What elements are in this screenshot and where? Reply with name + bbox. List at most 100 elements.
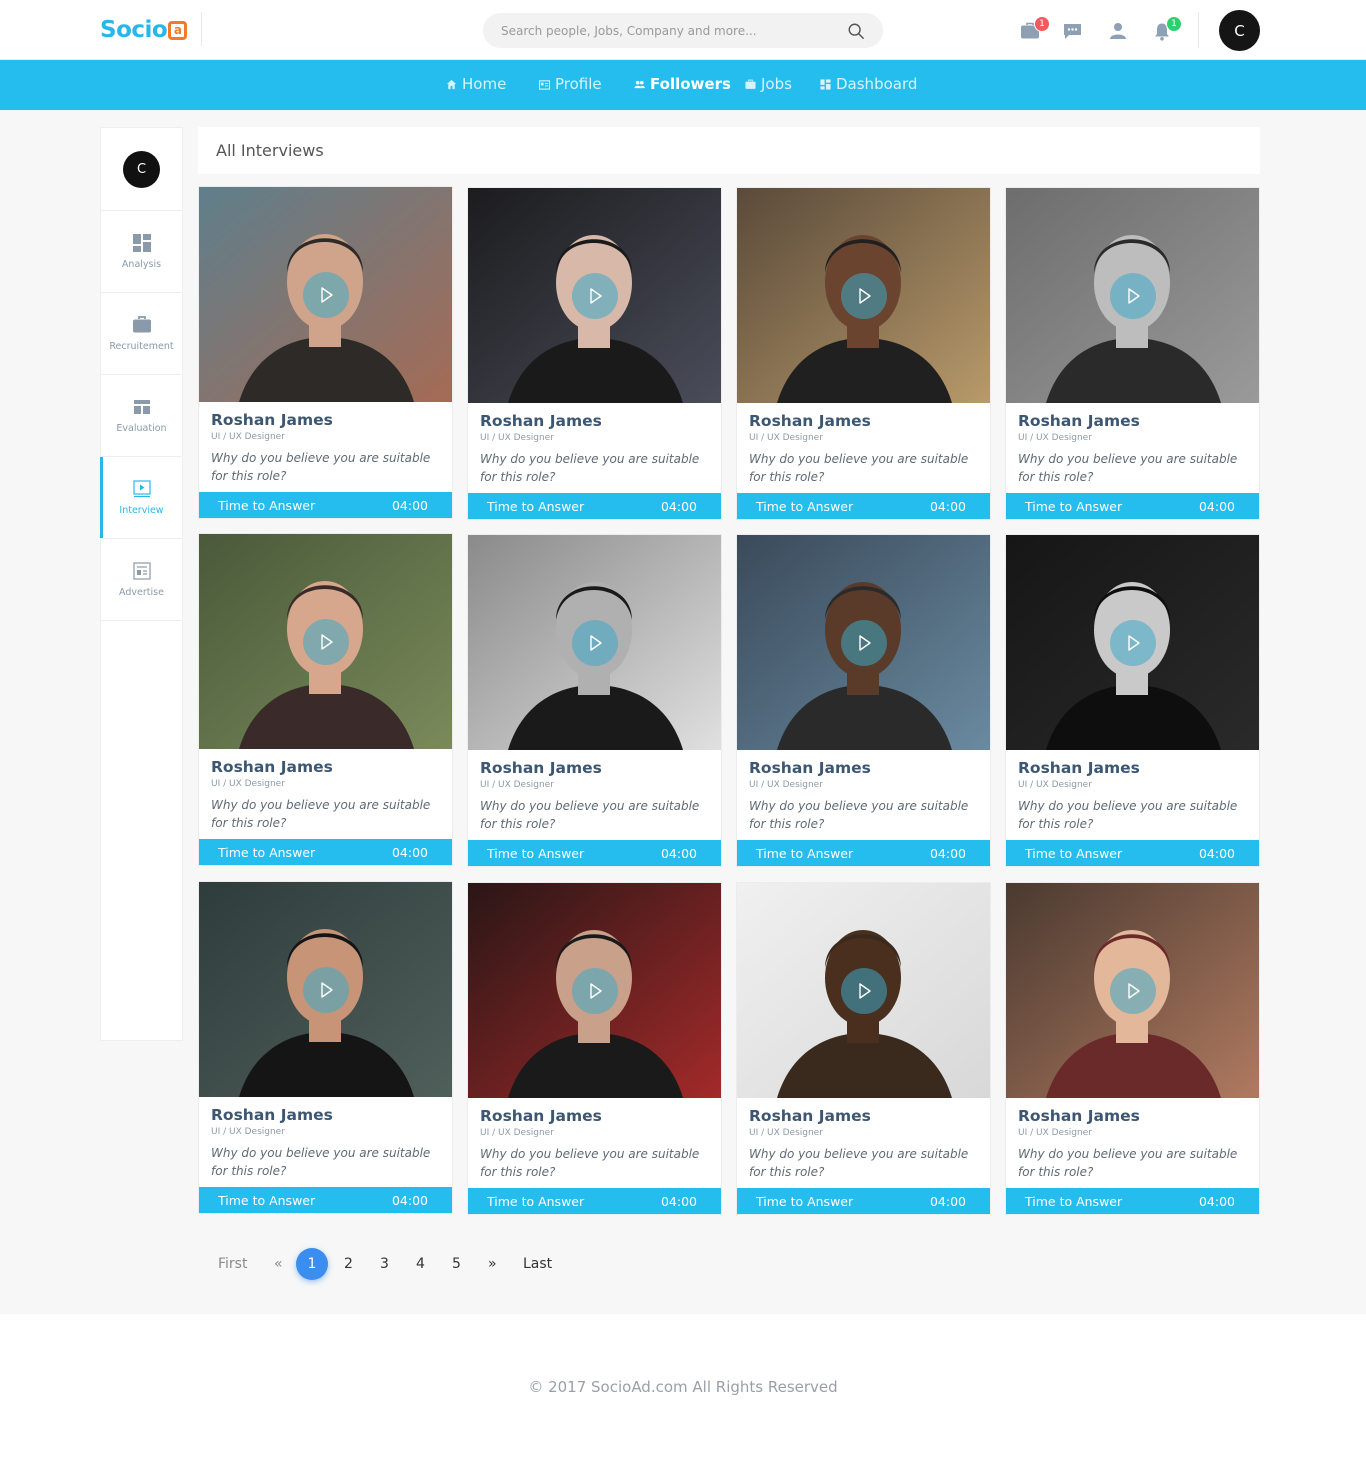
- nav-label: Dashboard: [836, 75, 918, 93]
- logo[interactable]: Socio a: [100, 14, 188, 46]
- play-button[interactable]: [303, 272, 349, 318]
- play-button[interactable]: [572, 620, 618, 666]
- candidate-name[interactable]: Roshan James: [1018, 1107, 1140, 1125]
- briefcase-notification-button[interactable]: 1: [1018, 16, 1050, 42]
- search-icon[interactable]: [847, 22, 865, 40]
- interview-card[interactable]: Roshan James UI / UX Designer Why do you b…: [736, 187, 991, 520]
- pagination-first[interactable]: First: [218, 1248, 247, 1280]
- candidate-photo[interactable]: [737, 535, 990, 750]
- pagination-page[interactable]: 2: [344, 1248, 353, 1280]
- candidate-photo[interactable]: [468, 188, 721, 403]
- play-button[interactable]: [841, 620, 887, 666]
- interview-card[interactable]: Roshan James UI / UX Designer Why do you b…: [467, 187, 722, 520]
- search-input[interactable]: [501, 13, 831, 48]
- answer-timer-bar[interactable]: Time to Answer 04:00: [737, 1188, 990, 1214]
- sidebar-item-analysis[interactable]: Analysis: [101, 211, 182, 293]
- pagination-prev[interactable]: «: [274, 1248, 283, 1280]
- answer-timer-bar[interactable]: Time to Answer 04:00: [468, 1188, 721, 1214]
- candidate-name[interactable]: Roshan James: [1018, 759, 1140, 777]
- copyright-text: © 2017 SocioAd.com All Rights Reserved: [528, 1378, 838, 1396]
- answer-timer-bar[interactable]: Time to Answer 04:00: [468, 493, 721, 519]
- interview-question: Why do you believe you are suitable for …: [211, 451, 431, 483]
- candidate-photo[interactable]: [199, 187, 452, 402]
- avatar[interactable]: C: [1219, 10, 1260, 51]
- page-title: All Interviews: [216, 141, 324, 160]
- play-button[interactable]: [303, 619, 349, 665]
- interview-card[interactable]: Roshan James UI / UX Designer Why do you b…: [198, 533, 453, 866]
- pagination-page[interactable]: 3: [380, 1248, 389, 1280]
- candidate-name[interactable]: Roshan James: [211, 411, 333, 429]
- interview-card[interactable]: Roshan James UI / UX Designer Why do you b…: [1005, 534, 1260, 867]
- answer-timer-bar[interactable]: Time to Answer 04:00: [737, 493, 990, 519]
- answer-timer-bar[interactable]: Time to Answer 04:00: [1006, 1188, 1259, 1214]
- pagination-next[interactable]: »: [488, 1248, 497, 1280]
- nav-item-profile[interactable]: Profile: [539, 75, 602, 93]
- sidebar-item-advertise[interactable]: Advertise: [101, 539, 182, 621]
- candidate-name[interactable]: Roshan James: [480, 412, 602, 430]
- interview-card[interactable]: Roshan James UI / UX Designer Why do you b…: [467, 882, 722, 1215]
- messages-button[interactable]: [1060, 20, 1084, 42]
- avatar[interactable]: C: [123, 150, 160, 188]
- candidate-photo[interactable]: [737, 188, 990, 403]
- interview-question: Why do you believe you are suitable for …: [211, 1146, 431, 1178]
- nav-item-jobs[interactable]: Jobs: [745, 75, 792, 93]
- nav-item-dashboard[interactable]: Dashboard: [820, 75, 917, 93]
- candidate-name[interactable]: Roshan James: [211, 1106, 333, 1124]
- play-button[interactable]: [572, 968, 618, 1014]
- candidate-name[interactable]: Roshan James: [749, 412, 871, 430]
- candidate-photo[interactable]: [737, 883, 990, 1098]
- candidate-photo[interactable]: [1006, 535, 1259, 750]
- answer-time: 04:00: [391, 844, 428, 860]
- candidate-photo[interactable]: [199, 882, 452, 1097]
- page-header: All Interviews: [198, 127, 1260, 174]
- answer-timer-bar[interactable]: Time to Answer 04:00: [199, 492, 452, 518]
- interview-card[interactable]: Roshan James UI / UX Designer Why do you b…: [736, 882, 991, 1215]
- play-button[interactable]: [303, 967, 349, 1013]
- candidate-name[interactable]: Roshan James: [211, 758, 333, 776]
- pagination-page[interactable]: 5: [452, 1248, 461, 1280]
- candidate-photo[interactable]: [468, 535, 721, 750]
- answer-timer-bar[interactable]: Time to Answer 04:00: [199, 839, 452, 865]
- candidate-name[interactable]: Roshan James: [1018, 412, 1140, 430]
- profile-button[interactable]: [1106, 20, 1130, 42]
- video-icon: [132, 480, 151, 498]
- answer-time: 04:00: [929, 845, 966, 861]
- answer-timer-bar[interactable]: Time to Answer 04:00: [468, 840, 721, 866]
- sidebar-item-interview[interactable]: Interview: [100, 457, 182, 539]
- candidate-name[interactable]: Roshan James: [480, 1107, 602, 1125]
- pagination-page[interactable]: 1: [296, 1248, 328, 1280]
- candidate-photo[interactable]: [1006, 188, 1259, 403]
- interview-card[interactable]: Roshan James UI / UX Designer Why do you b…: [467, 534, 722, 867]
- play-button[interactable]: [572, 273, 618, 319]
- play-button[interactable]: [1110, 620, 1156, 666]
- candidate-name[interactable]: Roshan James: [749, 1107, 871, 1125]
- candidate-name[interactable]: Roshan James: [480, 759, 602, 777]
- candidate-photo[interactable]: [1006, 883, 1259, 1098]
- interview-card[interactable]: Roshan James UI / UX Designer Why do you b…: [1005, 882, 1260, 1215]
- answer-timer-bar[interactable]: Time to Answer 04:00: [199, 1187, 452, 1213]
- sidebar-item-recruitement[interactable]: Recruitement: [101, 293, 182, 375]
- pagination-page[interactable]: 4: [416, 1248, 425, 1280]
- candidate-name[interactable]: Roshan James: [749, 759, 871, 777]
- interview-card[interactable]: Roshan James UI / UX Designer Why do you b…: [736, 534, 991, 867]
- interview-card[interactable]: Roshan James UI / UX Designer Why do you b…: [1005, 187, 1260, 520]
- nav-item-followers[interactable]: Followers: [634, 75, 731, 93]
- nav-item-home[interactable]: Home: [446, 75, 506, 93]
- sidebar-item-evaluation[interactable]: Evaluation: [101, 375, 182, 457]
- candidate-photo[interactable]: [468, 883, 721, 1098]
- play-icon: [590, 635, 602, 651]
- answer-timer-bar[interactable]: Time to Answer 04:00: [1006, 493, 1259, 519]
- interview-question: Why do you believe you are suitable for …: [480, 452, 700, 484]
- play-button[interactable]: [841, 968, 887, 1014]
- play-button[interactable]: [841, 273, 887, 319]
- play-button[interactable]: [1110, 968, 1156, 1014]
- interview-card[interactable]: Roshan James UI / UX Designer Why do you b…: [198, 186, 453, 519]
- play-button[interactable]: [1110, 273, 1156, 319]
- search-bar: [483, 13, 883, 48]
- answer-timer-bar[interactable]: Time to Answer 04:00: [1006, 840, 1259, 866]
- interview-card[interactable]: Roshan James UI / UX Designer Why do you b…: [198, 881, 453, 1214]
- pagination-last[interactable]: Last: [523, 1248, 552, 1280]
- alerts-button[interactable]: 1: [1150, 16, 1182, 42]
- candidate-photo[interactable]: [199, 534, 452, 749]
- answer-timer-bar[interactable]: Time to Answer 04:00: [737, 840, 990, 866]
